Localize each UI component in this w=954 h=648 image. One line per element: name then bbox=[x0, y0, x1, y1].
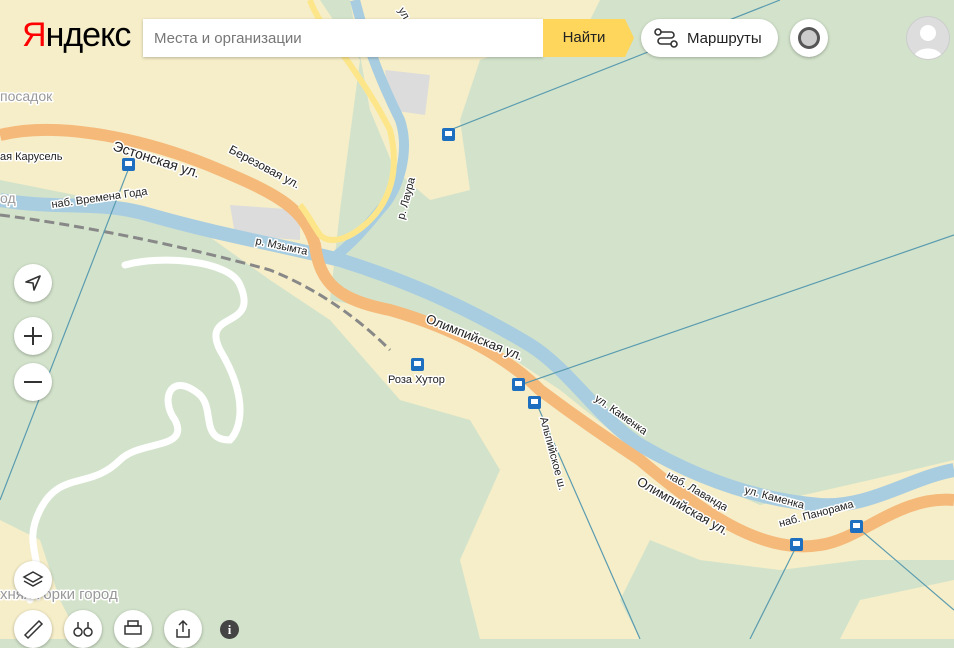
find-button[interactable]: Найти bbox=[543, 19, 634, 57]
zoom-in-button[interactable] bbox=[14, 317, 52, 355]
share-button[interactable] bbox=[164, 610, 202, 648]
railway-station-icon bbox=[411, 358, 424, 371]
print-button[interactable] bbox=[114, 610, 152, 648]
cable-car-station-icon bbox=[850, 520, 863, 533]
minus-icon bbox=[24, 381, 42, 383]
user-icon bbox=[913, 25, 943, 59]
ruler-button[interactable] bbox=[14, 610, 52, 648]
navigation-arrow-icon bbox=[25, 275, 41, 291]
bus-stop-icon bbox=[122, 158, 135, 171]
plus-icon bbox=[24, 327, 42, 345]
route-icon bbox=[654, 28, 678, 48]
yandex-logo[interactable]: Яндекс bbox=[22, 16, 132, 55]
cable-car-station-icon bbox=[790, 538, 803, 551]
search-input[interactable] bbox=[143, 19, 543, 57]
logo-rest: ндекс bbox=[45, 16, 132, 54]
logo-y: Я bbox=[22, 16, 47, 54]
printer-icon bbox=[124, 620, 142, 635]
label-karusel: ая Карусель bbox=[0, 151, 63, 163]
panorama-button[interactable] bbox=[64, 610, 102, 648]
geolocation-button[interactable] bbox=[14, 264, 52, 302]
cable-car-station-icon bbox=[512, 378, 525, 391]
cable-car-station-icon bbox=[442, 128, 455, 141]
routes-button[interactable]: Маршруты bbox=[641, 19, 778, 57]
traffic-icon bbox=[798, 27, 820, 49]
info-icon[interactable]: i bbox=[220, 620, 239, 639]
label-god: од bbox=[0, 190, 16, 206]
layers-button[interactable] bbox=[14, 561, 52, 599]
label-roza-hutor: Роза Хутор bbox=[388, 374, 445, 386]
share-icon bbox=[176, 619, 190, 638]
zoom-out-button[interactable] bbox=[14, 363, 52, 401]
map-canvas[interactable]: Эстонская ул. Березовая ул. ая Карусель … bbox=[0, 0, 954, 639]
routes-label: Маршруты bbox=[687, 30, 762, 47]
search-box bbox=[143, 19, 543, 57]
ruler-icon bbox=[23, 619, 44, 640]
cable-car-station-icon bbox=[528, 396, 541, 409]
user-avatar[interactable] bbox=[906, 16, 950, 60]
traffic-button[interactable] bbox=[790, 19, 828, 57]
label-posadok: посадок bbox=[0, 88, 53, 104]
binoculars-icon bbox=[73, 622, 93, 637]
layers-icon bbox=[22, 571, 44, 587]
